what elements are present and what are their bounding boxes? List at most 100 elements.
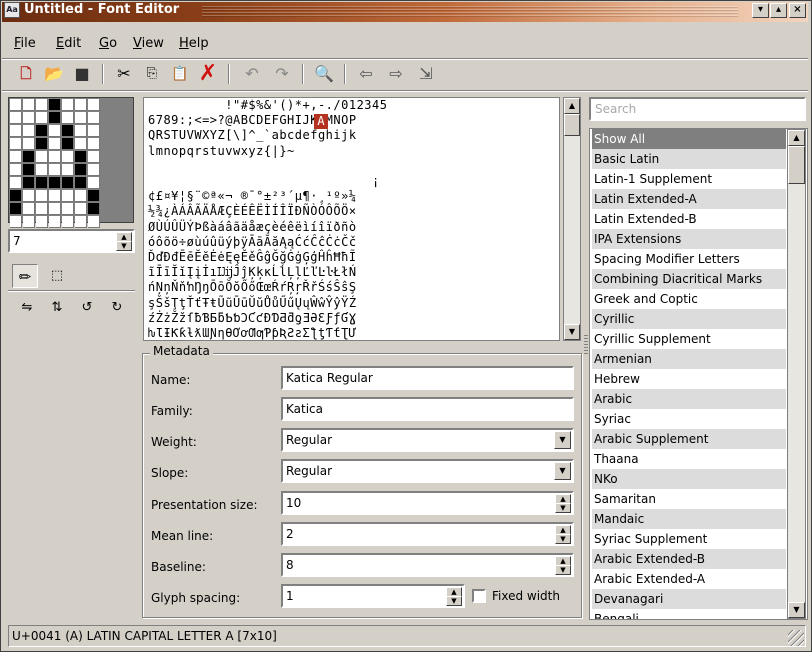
flip-horizontal-button[interactable]: ⇋ — [14, 296, 40, 320]
glyph-pixel[interactable] — [75, 177, 87, 189]
minimize-button[interactable]: ▾ — [752, 3, 769, 18]
chevron-down-icon[interactable]: ▼ — [554, 431, 571, 449]
glyph-pixel[interactable] — [62, 99, 74, 111]
save-icon[interactable]: ■ — [70, 63, 94, 85]
glyph-pixel[interactable] — [49, 151, 61, 163]
glyph-pixel[interactable] — [75, 203, 87, 215]
glyph-pixel[interactable] — [10, 190, 22, 202]
glyph-pixel[interactable] — [10, 125, 22, 137]
glyph-pixel[interactable] — [75, 99, 87, 111]
scroll-down-icon[interactable]: ▼ — [788, 602, 805, 618]
block-list-item[interactable]: Devanagari — [592, 589, 786, 609]
block-list-item[interactable]: Hebrew — [592, 369, 786, 389]
glyph-pixel[interactable] — [49, 190, 61, 202]
glyph-pixel[interactable] — [49, 177, 61, 189]
glyph-pixel[interactable] — [49, 203, 61, 215]
name-field[interactable]: Katica Regular — [281, 366, 574, 390]
rotate-left-button[interactable]: ↺ — [74, 296, 100, 320]
glyph-pixel[interactable] — [23, 151, 35, 163]
flip-vertical-button[interactable]: ⇅ — [44, 296, 70, 320]
glyph-pixel[interactable] — [23, 216, 35, 228]
menu-go[interactable]: Go — [99, 36, 117, 52]
block-list-item[interactable]: Arabic — [592, 389, 786, 409]
block-list-item[interactable]: Show All — [592, 129, 786, 149]
presentation-size-value[interactable]: 10 — [286, 496, 301, 510]
unicode-block-list[interactable]: Show All Basic Latin Latin-1 Supplement Lat… — [589, 128, 808, 620]
glyph-pixel[interactable] — [62, 164, 74, 176]
block-list-item[interactable]: Latin-1 Supplement — [592, 169, 786, 189]
glyph-pixel[interactable] — [75, 190, 87, 202]
glyph-pixel[interactable] — [10, 99, 22, 111]
glyph-pixel[interactable] — [62, 151, 74, 163]
spin-down-icon[interactable]: ▼ — [555, 565, 571, 575]
block-list-item[interactable]: Basic Latin — [592, 149, 786, 169]
glyph-pixel[interactable] — [36, 151, 48, 163]
glyph-spacing-stepper[interactable]: 1 ▲ ▼ — [281, 584, 465, 608]
glyph-pixel[interactable] — [62, 190, 74, 202]
search-field[interactable] — [589, 97, 806, 121]
glyph-pixel[interactable] — [88, 151, 100, 163]
scroll-up-icon[interactable]: ▲ — [564, 98, 580, 114]
glyph-pixel[interactable] — [36, 138, 48, 150]
search-input[interactable] — [592, 100, 802, 118]
block-list-item[interactable]: Latin Extended-B — [592, 209, 786, 229]
open-icon[interactable]: 📂 — [42, 63, 66, 85]
glyph-pixel[interactable] — [75, 112, 87, 124]
glyph-pixel[interactable] — [49, 112, 61, 124]
glyph-width-field[interactable]: ▲ ▼ — [8, 229, 135, 253]
glyph-map[interactable]: !"#$%&'()*+,-./012345 6789:;<=>?@ABCDEFG… — [143, 97, 560, 341]
selected-glyph[interactable]: A — [314, 114, 328, 129]
block-list-item[interactable]: NKo — [592, 469, 786, 489]
block-list-item[interactable]: Armenian — [592, 349, 786, 369]
glyph-pixel[interactable] — [62, 177, 74, 189]
undo-icon[interactable]: ↶ — [240, 63, 264, 85]
cut-icon[interactable]: ✂ — [112, 63, 136, 85]
next-icon[interactable]: ⇨ — [384, 63, 408, 85]
glyph-pixel[interactable] — [23, 99, 35, 111]
scroll-up-icon[interactable]: ▲ — [788, 130, 805, 146]
spin-down-icon[interactable]: ▼ — [555, 503, 571, 513]
glyph-pixel[interactable] — [36, 216, 48, 228]
slope-value[interactable]: Regular — [286, 464, 332, 478]
baseline-stepper[interactable]: 8 ▲ ▼ — [281, 553, 574, 577]
glyph-pixel[interactable] — [23, 125, 35, 137]
glyph-pixel[interactable] — [36, 190, 48, 202]
glyph-pixel[interactable] — [36, 112, 48, 124]
block-list-item[interactable]: Mandaic — [592, 509, 786, 529]
redo-icon[interactable]: ↷ — [270, 63, 294, 85]
copy-icon[interactable]: ⎘ — [140, 63, 164, 85]
new-font-icon[interactable]: 🗋 — [14, 63, 38, 85]
glyph-pixel[interactable] — [23, 164, 35, 176]
glyph-pixel[interactable] — [36, 203, 48, 215]
block-list-item[interactable]: Bengali — [592, 609, 786, 619]
glyph-pixel[interactable] — [62, 216, 74, 228]
glyph-width-input[interactable] — [11, 232, 115, 250]
glyph-pixel[interactable] — [23, 138, 35, 150]
glyph-pixel[interactable] — [49, 138, 61, 150]
presentation-size-stepper[interactable]: 10 ▲ ▼ — [281, 491, 574, 515]
glyph-map-characters[interactable]: !"#$%&'()*+,-./012345 6789:;<=>?@ABCDEFG… — [148, 98, 558, 340]
glyph-pixel[interactable] — [62, 203, 74, 215]
block-list-item[interactable]: Arabic Supplement — [592, 429, 786, 449]
spin-down-icon[interactable]: ▼ — [116, 241, 132, 251]
glyph-pixel[interactable] — [23, 190, 35, 202]
glyph-pixel[interactable] — [75, 216, 87, 228]
glyph-pixel[interactable] — [49, 99, 61, 111]
glyph-pixel[interactable] — [88, 203, 100, 215]
glyph-pixel[interactable] — [10, 151, 22, 163]
maximize-button[interactable]: ▴ — [770, 3, 787, 18]
block-list-item[interactable]: Spacing Modifier Letters — [592, 249, 786, 269]
glyph-pixel[interactable] — [75, 125, 87, 137]
glyph-pixel[interactable] — [75, 151, 87, 163]
glyph-pixel[interactable] — [23, 203, 35, 215]
block-list-item[interactable]: Arabic Extended-A — [592, 569, 786, 589]
block-list-item[interactable]: Latin Extended-A — [592, 189, 786, 209]
block-list-item[interactable]: Arabic Extended-B — [592, 549, 786, 569]
block-list-item[interactable]: Greek and Coptic — [592, 289, 786, 309]
glyph-pixel[interactable] — [49, 164, 61, 176]
glyph-pixel[interactable] — [10, 112, 22, 124]
delete-icon[interactable]: ✗ — [196, 63, 220, 85]
menu-file[interactable]: File — [14, 36, 36, 52]
block-list-item[interactable]: Cyrillic Supplement — [592, 329, 786, 349]
glyph-editor-canvas[interactable] — [8, 97, 134, 228]
